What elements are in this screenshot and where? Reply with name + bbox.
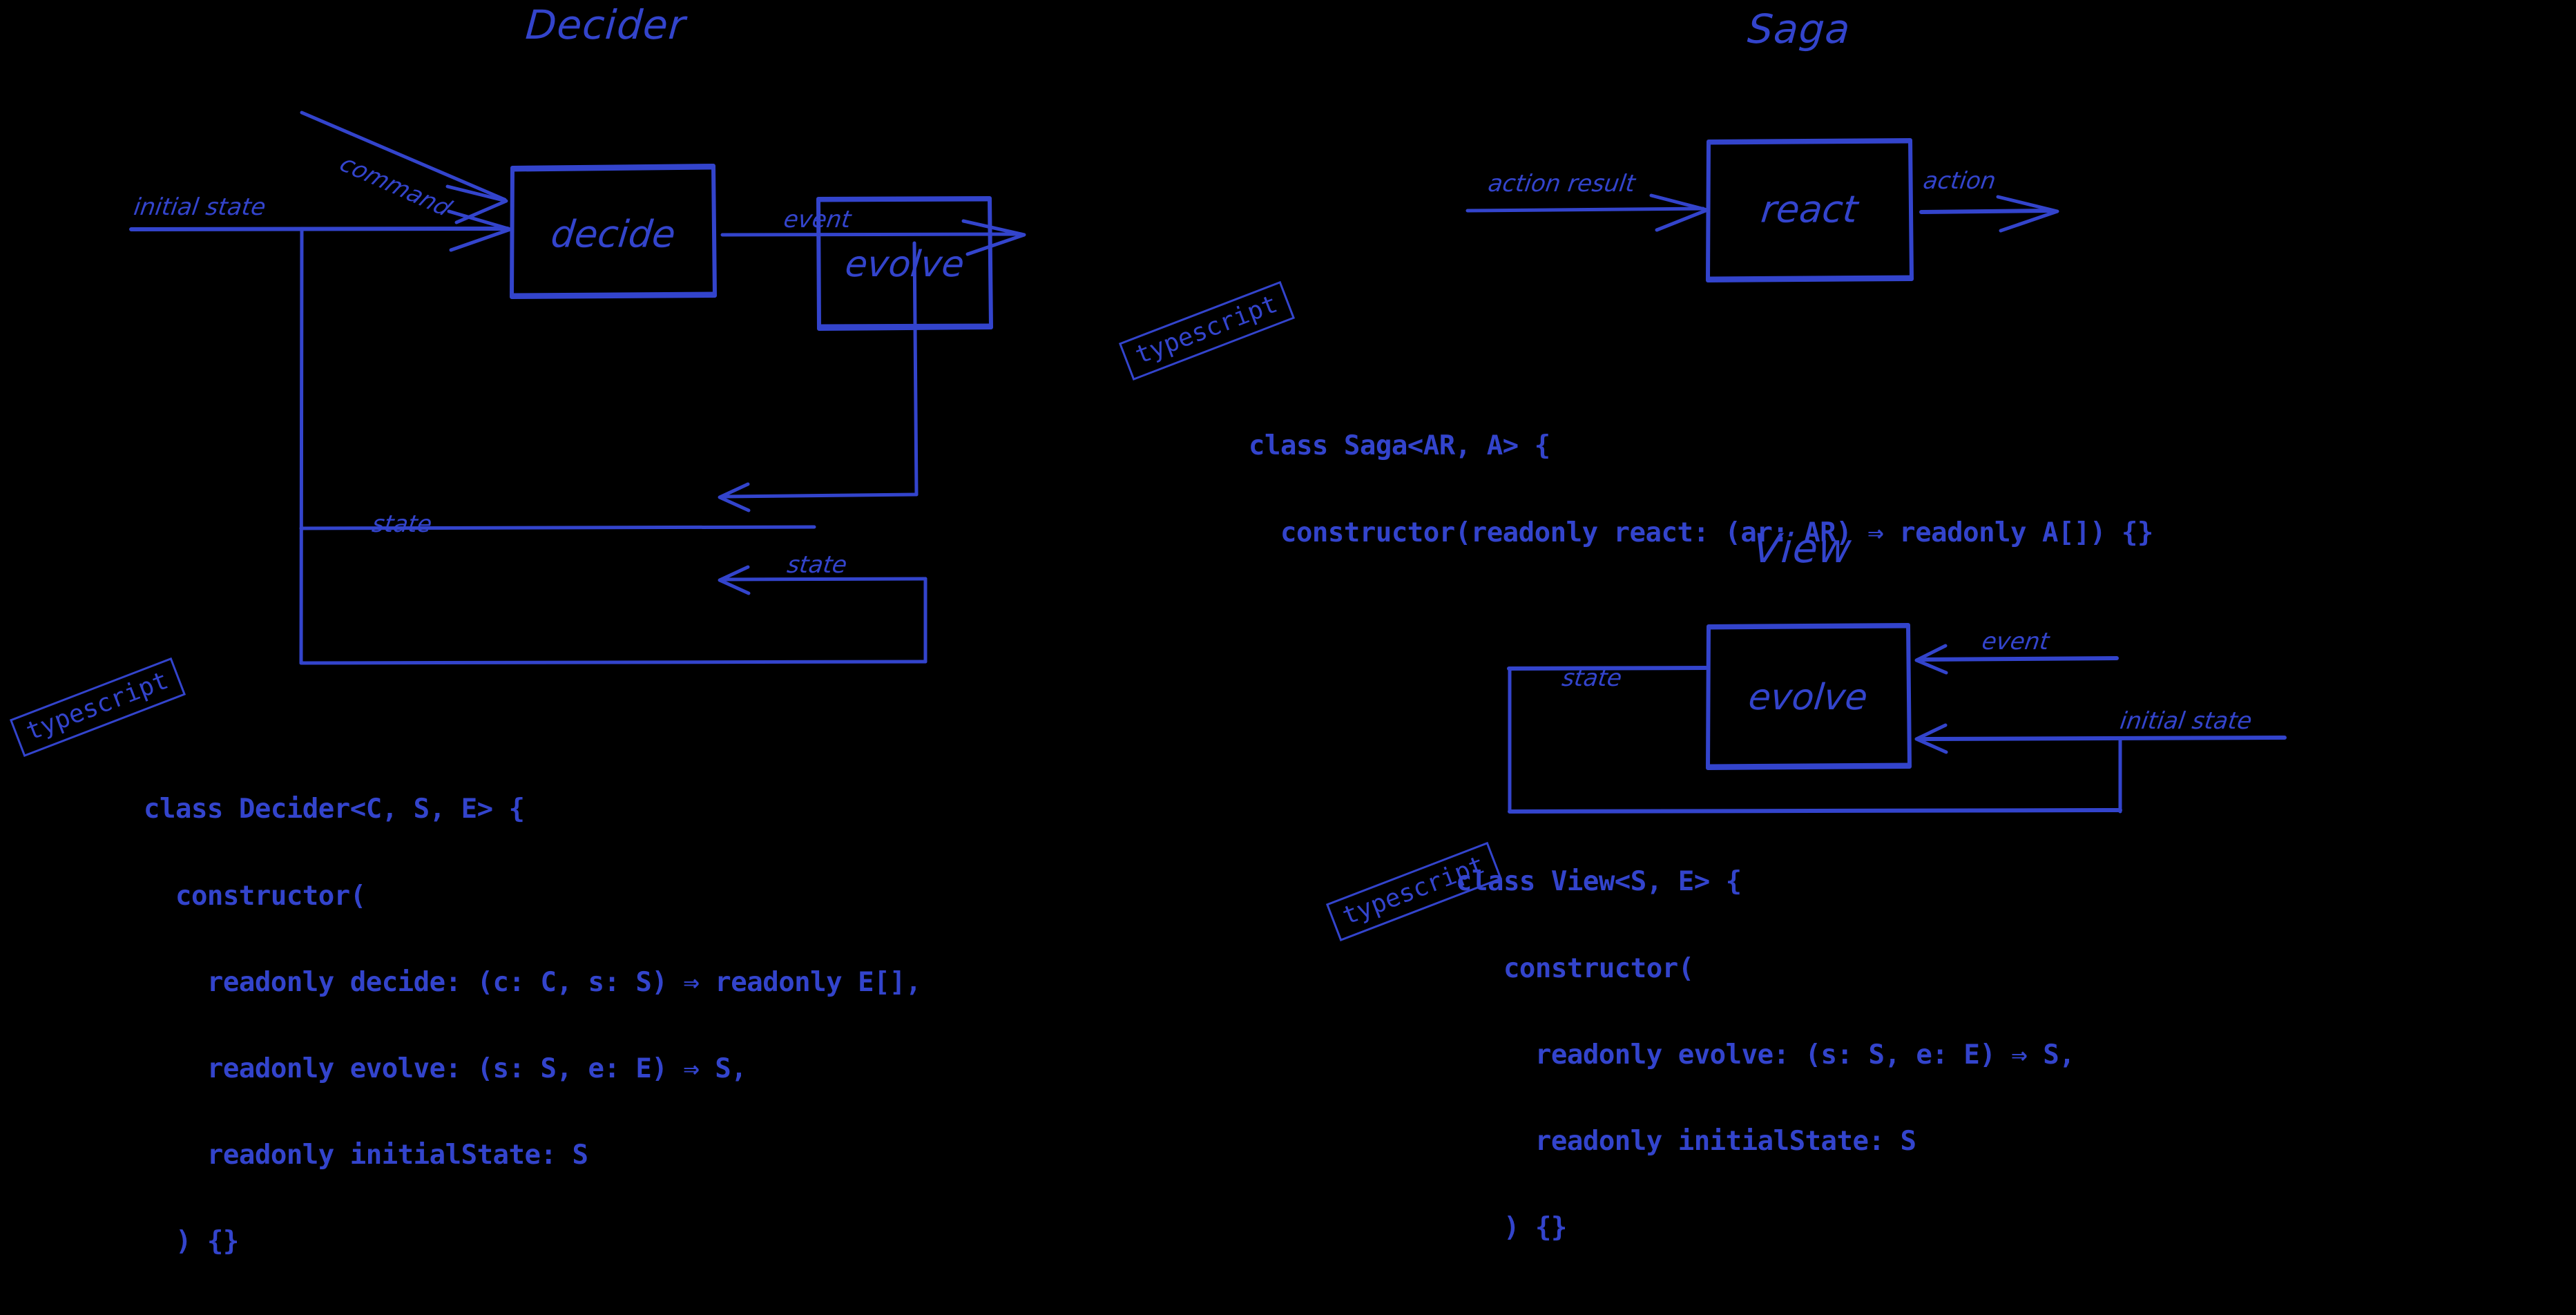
code-line: constructor(readonly react: (ar: AR) ⇒ r…	[1249, 517, 2153, 548]
code-line: ) {}	[1456, 1212, 1567, 1244]
action-arrow	[1919, 195, 2059, 233]
code-line: ) {}	[144, 1226, 239, 1258]
event-edge-label: event	[782, 206, 853, 233]
decider-title: Decider	[523, 1, 688, 48]
decider-code-block: class Decider<C, S, E> { constructor( re…	[144, 738, 922, 1314]
action-edge-label: action	[1921, 167, 1998, 195]
diagram-canvas: .ln { stroke:#3344cc; fill:none; stroke-…	[0, 0, 2576, 1256]
view-initial-state-arrow	[1914, 723, 2287, 814]
code-line: constructor(	[144, 880, 366, 912]
state-left-edge-label: state	[370, 510, 434, 538]
code-line: readonly initialState: S	[1456, 1125, 1916, 1157]
code-line: constructor(	[1456, 952, 1694, 984]
code-line: readonly evolve: (s: S, e: E) ⇒ S,	[1456, 1039, 2075, 1071]
action-result-edge-label: action result	[1486, 170, 1637, 198]
saga-title: Saga	[1746, 6, 1852, 52]
code-line: readonly evolve: (s: S, e: E) ⇒ S,	[144, 1053, 747, 1084]
evolve-node-label-decider: evolve	[843, 244, 967, 285]
state-right-edge-label: state	[785, 551, 849, 579]
saga-code-block: class Saga<AR, A> { constructor(readonly…	[1249, 374, 2153, 605]
code-line: class Saga<AR, A> {	[1249, 430, 1550, 462]
view-title: View	[1751, 525, 1854, 572]
initial-state-edge-label: initial state	[132, 193, 268, 221]
decide-node-label: decide	[548, 212, 678, 256]
code-line: class View<S, E> {	[1456, 866, 1742, 898]
code-line: readonly initialState: S	[144, 1140, 588, 1171]
action-result-arrow	[1465, 193, 1709, 232]
code-line: readonly decide: (c: C, s: S) ⇒ readonly…	[144, 966, 922, 998]
code-line: class Decider<C, S, E> {	[144, 794, 525, 825]
state-right-path	[299, 565, 927, 665]
view-code-block: class View<S, E> { constructor( readonly…	[1456, 810, 2075, 1300]
view-initial-state-edge-label: initial state	[2118, 707, 2254, 735]
evolve-node-label-view: evolve	[1746, 677, 1870, 718]
view-state-edge-label: state	[1560, 664, 1624, 692]
view-event-edge-label: event	[1980, 628, 2051, 655]
react-node-label: react	[1758, 187, 1861, 231]
command-arrow	[300, 111, 508, 224]
